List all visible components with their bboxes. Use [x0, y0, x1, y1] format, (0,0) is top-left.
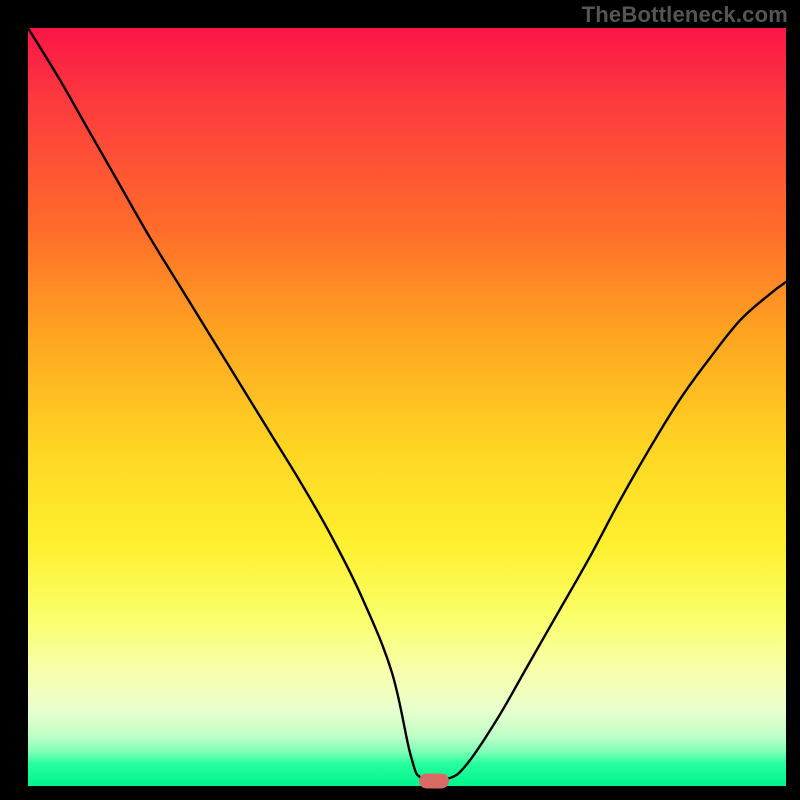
plot-area: [28, 28, 786, 786]
bottleneck-curve: [28, 28, 786, 786]
optimum-marker: [419, 774, 449, 789]
watermark-text: TheBottleneck.com: [582, 2, 788, 28]
chart-container: TheBottleneck.com: [0, 0, 800, 800]
